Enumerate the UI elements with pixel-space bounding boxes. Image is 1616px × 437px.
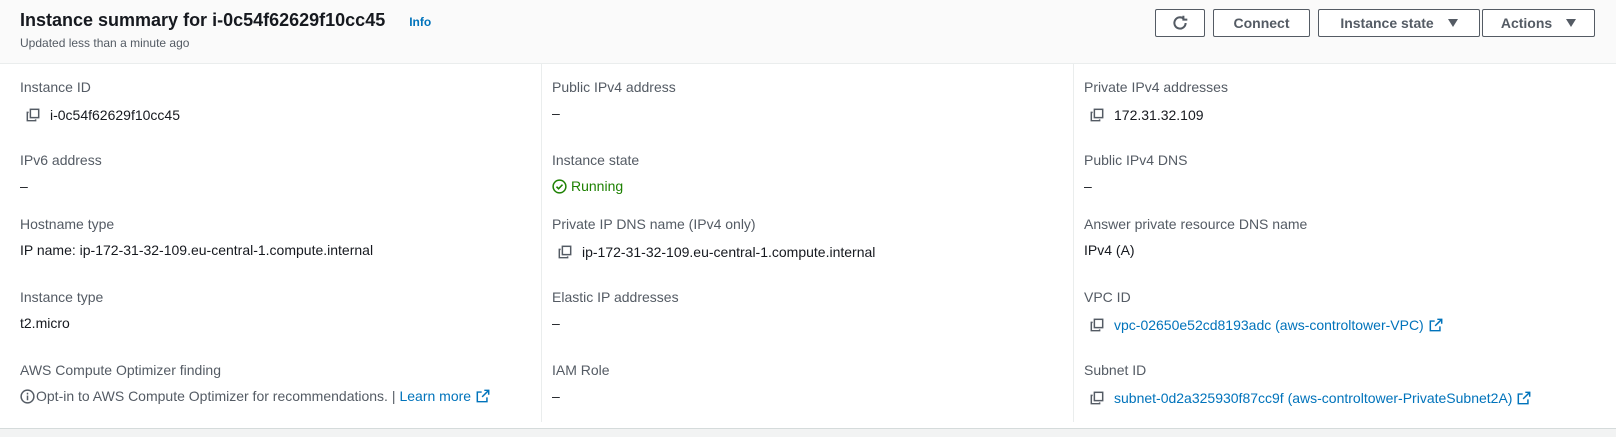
private-dns-value-row: ip-172-31-32-109.eu-central-1.compute.in… [558, 243, 1052, 261]
hostname-type-label: Hostname type [20, 216, 115, 232]
subnet-id-field: Subnet ID subnet-0d2a325930f87cc9f (aws-… [1084, 361, 1584, 407]
private-dns-label: Private IP DNS name (IPv4 only) [552, 216, 756, 232]
subnet-id-label: Subnet ID [1084, 362, 1147, 378]
subnet-id-value-row: subnet-0d2a325930f87cc9f (aws-controltow… [1090, 389, 1584, 407]
instance-type-field: Instance type t2.micro [20, 288, 520, 332]
optimizer-text: Opt-in to AWS Compute Optimizer for reco… [36, 388, 396, 404]
copy-icon[interactable] [26, 108, 40, 122]
connect-button[interactable]: Connect [1213, 9, 1310, 37]
actions-dropdown[interactable]: Actions [1482, 9, 1595, 37]
iam-role-field: IAM Role – [552, 361, 1052, 405]
answer-dns-field: Answer private resource DNS name IPv4 (A… [1084, 215, 1584, 259]
answer-dns-label: Answer private resource DNS name [1084, 216, 1308, 232]
public-ipv4-field: Public IPv4 address – [552, 78, 1052, 122]
refresh-icon [1173, 15, 1188, 30]
private-ipv4-field: Private IPv4 addresses 172.31.32.109 [1084, 78, 1584, 124]
private-ipv4-value-row: 172.31.32.109 [1090, 106, 1584, 124]
iam-role-label: IAM Role [552, 362, 610, 378]
external-link-icon [1429, 318, 1443, 332]
instance-state-value: Running [571, 178, 624, 194]
success-check-icon [552, 178, 567, 194]
instance-summary-panel: Instance summary for i-0c54f62629f10cc45… [0, 0, 1616, 429]
copy-icon[interactable] [1090, 318, 1104, 332]
answer-dns-value: IPv4 (A) [1084, 242, 1135, 258]
private-ipv4-label: Private IPv4 addresses [1084, 79, 1228, 95]
copy-icon[interactable] [558, 245, 572, 259]
public-ipv4-label: Public IPv4 address [552, 79, 676, 95]
instance-id-field: Instance ID i-0c54f62629f10cc45 [20, 78, 520, 124]
info-icon [20, 388, 35, 404]
instance-state-value-row: Running [552, 177, 1052, 195]
actions-dropdown-label: Actions [1500, 15, 1553, 31]
public-dns-field: Public IPv4 DNS – [1084, 151, 1584, 195]
copy-icon[interactable] [1090, 108, 1104, 122]
optimizer-value-row: Opt-in to AWS Compute Optimizer for reco… [20, 387, 520, 405]
instance-type-label: Instance type [20, 289, 104, 305]
elastic-ip-label: Elastic IP addresses [552, 289, 679, 305]
caret-down-icon [1447, 19, 1458, 27]
elastic-ip-field: Elastic IP addresses – [552, 288, 1052, 332]
vpc-id-link[interactable]: vpc-02650e52cd8193adc (aws-controltower-… [1114, 316, 1424, 334]
external-link-icon [1518, 391, 1531, 405]
optimizer-field: AWS Compute Optimizer finding Opt-in to … [20, 361, 520, 405]
instance-id-value: i-0c54f62629f10cc45 [50, 107, 180, 123]
public-ipv4-value: – [552, 105, 560, 121]
title-row: Instance summary for i-0c54f62629f10cc45… [20, 10, 431, 31]
iam-role-value: – [552, 388, 560, 404]
vpc-id-label: VPC ID [1084, 289, 1131, 305]
hostname-type-value: IP name: ip-172-31-32-109.eu-central-1.c… [20, 242, 374, 258]
instance-state-field: Instance state Running [552, 151, 1052, 195]
private-dns-value: ip-172-31-32-109.eu-central-1.compute.in… [582, 244, 876, 260]
refresh-button[interactable] [1155, 9, 1205, 37]
instance-state-label: Instance state [552, 152, 640, 168]
elastic-ip-value: – [552, 315, 560, 331]
column-divider [541, 64, 542, 422]
connect-button-label: Connect [1233, 15, 1290, 31]
caret-down-icon [1566, 19, 1577, 27]
public-dns-label: Public IPv4 DNS [1084, 152, 1188, 168]
hostname-type-field: Hostname type IP name: ip-172-31-32-109.… [20, 215, 520, 259]
column-divider [1073, 64, 1074, 422]
learn-more-link[interactable]: Learn more [399, 387, 471, 405]
panel-header: Instance summary for i-0c54f62629f10cc45… [0, 0, 1616, 64]
subnet-id-link[interactable]: subnet-0d2a325930f87cc9f (aws-controltow… [1114, 389, 1512, 407]
ipv6-field: IPv6 address – [20, 151, 520, 195]
public-dns-value: – [1084, 178, 1092, 194]
private-ipv4-value: 172.31.32.109 [1114, 107, 1204, 123]
last-updated-text: Updated less than a minute ago [20, 36, 190, 50]
private-dns-field: Private IP DNS name (IPv4 only) ip-172-3… [552, 215, 1052, 261]
instance-id-value-row: i-0c54f62629f10cc45 [26, 106, 520, 124]
vpc-id-value-row: vpc-02650e52cd8193adc (aws-controltower-… [1090, 316, 1584, 334]
optimizer-label: AWS Compute Optimizer finding [20, 362, 221, 378]
ipv6-value: – [20, 178, 28, 194]
external-link-icon [476, 389, 490, 403]
copy-icon[interactable] [1090, 391, 1104, 405]
instance-id-label: Instance ID [20, 79, 91, 95]
page-title: Instance summary for i-0c54f62629f10cc45 [20, 10, 386, 30]
instance-state-dropdown-label: Instance state [1340, 15, 1434, 31]
ipv6-label: IPv6 address [20, 152, 102, 168]
instance-state-dropdown[interactable]: Instance state [1318, 9, 1480, 37]
info-link[interactable]: Info [409, 15, 431, 29]
instance-type-value: t2.micro [20, 315, 70, 331]
vpc-id-field: VPC ID vpc-02650e52cd8193adc (aws-contro… [1084, 288, 1584, 334]
